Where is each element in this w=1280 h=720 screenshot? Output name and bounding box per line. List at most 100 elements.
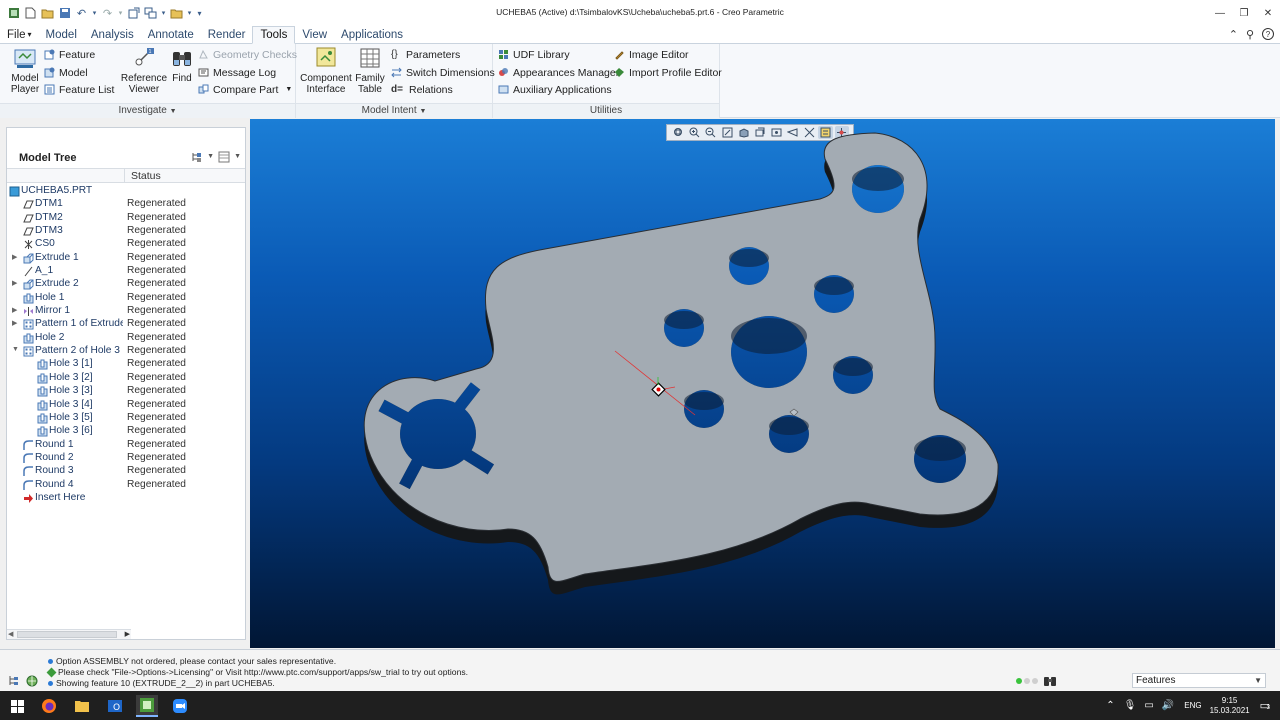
reference-viewer-button[interactable]: 1 Reference Viewer xyxy=(120,46,168,95)
redo-icon[interactable]: ↷ xyxy=(100,6,115,21)
tree-horizontal-scrollbar[interactable]: ◀ ▶ xyxy=(7,629,131,639)
component-interface-button[interactable]: Component Interface xyxy=(300,46,352,95)
status-column-header[interactable]: Status xyxy=(131,170,161,182)
zoom-taskbar-button[interactable] xyxy=(169,695,191,717)
maximize-icon[interactable]: ❐ xyxy=(1232,0,1256,26)
windows-icon[interactable] xyxy=(143,6,158,21)
undo-dropdown-icon[interactable]: ▾ xyxy=(91,6,98,21)
tree-row[interactable]: ▶ Extrude 2 Regenerated xyxy=(7,278,245,291)
tree-row[interactable]: Hole 3 [5] Regenerated xyxy=(7,412,245,425)
model-player-button[interactable]: Model Player xyxy=(8,46,42,95)
feature-list-button[interactable]: Feature List xyxy=(44,82,114,97)
tree-row[interactable]: CS0 Regenerated xyxy=(7,238,245,251)
tree-row[interactable]: DTM3 Regenerated xyxy=(7,225,245,238)
search-icon[interactable]: ⚲ xyxy=(1246,28,1254,41)
switch-dimensions-button[interactable]: Switch Dimensions xyxy=(391,65,495,80)
tree-row[interactable]: ▶ Mirror 1 Regenerated xyxy=(7,305,245,318)
language-indicator[interactable]: ENG xyxy=(1178,701,1207,710)
tree-row[interactable]: Round 4 Regenerated xyxy=(7,479,245,492)
tree-row[interactable]: Round 1 Regenerated xyxy=(7,439,245,452)
tab-annotate[interactable]: Annotate xyxy=(141,26,201,43)
udf-library-button[interactable]: UDF Library xyxy=(498,47,570,62)
network-icon[interactable]: ▭ xyxy=(1140,700,1157,711)
tab-analysis[interactable]: Analysis xyxy=(84,26,141,43)
new-file-icon[interactable] xyxy=(23,6,38,21)
save-icon[interactable] xyxy=(57,6,72,21)
tree-row[interactable]: Hole 3 [2] Regenerated xyxy=(7,372,245,385)
start-button[interactable] xyxy=(6,695,28,717)
part-viewport[interactable] xyxy=(250,119,1275,648)
geometry-checks-button[interactable]: Geometry Checks xyxy=(198,47,297,62)
tree-row[interactable]: Hole 3 [6] Regenerated xyxy=(7,425,245,438)
tab-file[interactable]: File ▾ xyxy=(0,26,39,43)
feature-button[interactable]: Feature xyxy=(44,47,95,62)
tab-render[interactable]: Render xyxy=(201,26,253,43)
find-tool-icon[interactable] xyxy=(1043,674,1057,690)
close-window-dropdown-icon[interactable]: ▾ xyxy=(186,6,193,21)
model-info-button[interactable]: Model xyxy=(44,65,88,80)
tree-settings-dropdown-icon[interactable]: ▼ xyxy=(207,151,214,166)
tab-view[interactable]: View xyxy=(295,26,334,43)
expand-icon[interactable]: ▶ xyxy=(12,306,20,316)
regenerate-icon[interactable] xyxy=(126,6,141,21)
expand-icon[interactable]: ▶ xyxy=(12,319,20,329)
clock[interactable]: 9:15 15.03.2021 xyxy=(1208,696,1252,716)
help-icon[interactable]: ? xyxy=(1262,28,1274,40)
firefox-taskbar-button[interactable] xyxy=(38,695,60,717)
minimize-ribbon-icon[interactable]: ⌃ xyxy=(1229,28,1238,41)
scroll-left-icon[interactable]: ◀ xyxy=(8,630,13,638)
family-table-button[interactable]: Family Table xyxy=(354,46,386,95)
explorer-taskbar-button[interactable] xyxy=(71,695,93,717)
tree-row[interactable]: Round 3 Regenerated xyxy=(7,465,245,478)
tree-row[interactable]: Hole 2 Regenerated xyxy=(7,332,245,345)
tree-row[interactable]: Hole 3 [4] Regenerated xyxy=(7,399,245,412)
redo-dropdown-icon[interactable]: ▾ xyxy=(117,6,124,21)
compare-part-button[interactable]: Compare Part ▼ xyxy=(198,82,292,97)
close-icon[interactable]: ✕ xyxy=(1256,0,1280,26)
tree-columns-icon[interactable] xyxy=(218,151,230,166)
tree-row[interactable]: Hole 3 [1] Regenerated xyxy=(7,358,245,371)
appearances-manager-button[interactable]: Appearances Manager xyxy=(498,65,619,80)
message-log-button[interactable]: Message Log xyxy=(198,65,276,80)
relations-button[interactable]: d= Relations xyxy=(391,82,453,97)
notification-center-icon[interactable]: ▭ 3 xyxy=(1252,699,1280,712)
tree-settings-icon[interactable] xyxy=(191,151,203,166)
model-intent-group-label[interactable]: Model Intent ▼ xyxy=(296,103,492,118)
collapse-icon[interactable]: ▼ xyxy=(12,346,20,356)
tree-row[interactable]: Hole 3 [3] Regenerated xyxy=(7,385,245,398)
tree-row[interactable]: DTM1 Regenerated xyxy=(7,198,245,211)
auxiliary-applications-button[interactable]: Auxiliary Applications xyxy=(498,82,612,97)
customize-qat-icon[interactable]: ▾ xyxy=(195,6,204,21)
tree-columns-dropdown-icon[interactable]: ▼ xyxy=(234,151,241,166)
expand-icon[interactable]: ▶ xyxy=(12,253,20,263)
name-column-header[interactable] xyxy=(7,169,125,182)
tab-tools[interactable]: Tools xyxy=(252,26,296,44)
image-editor-button[interactable]: Image Editor xyxy=(614,47,689,62)
tree-row[interactable]: Hole 1 Regenerated xyxy=(7,292,245,305)
undo-icon[interactable]: ↶ xyxy=(74,6,89,21)
tree-row[interactable]: ▼ Pattern 2 of Hole 3 Regenerated xyxy=(7,345,245,358)
microphone-icon[interactable]: 🎙 xyxy=(1120,700,1141,711)
tree-row[interactable]: UCHEBA5.PRT xyxy=(7,185,245,198)
tree-row[interactable]: A_1 Regenerated xyxy=(7,265,245,278)
tree-row[interactable]: Insert Here xyxy=(7,492,245,505)
tree-row[interactable]: DTM2 Regenerated xyxy=(7,212,245,225)
close-window-icon[interactable] xyxy=(169,6,184,21)
tree-row[interactable]: ▶ Pattern 1 of Extrude 2 Regenerated xyxy=(7,318,245,331)
volume-icon[interactable]: 🔊 xyxy=(1158,700,1178,711)
scroll-thumb[interactable] xyxy=(17,631,117,638)
import-profile-editor-button[interactable]: Import Profile Editor xyxy=(614,65,722,80)
tab-applications[interactable]: Applications xyxy=(334,26,410,43)
parameters-button[interactable]: {} Parameters xyxy=(391,47,460,62)
toggle-browser-icon[interactable] xyxy=(26,675,38,690)
graphics-window[interactable] xyxy=(250,119,1275,648)
selection-filter-select[interactable]: Features ▼ xyxy=(1132,673,1266,688)
outlook-taskbar-button[interactable]: O xyxy=(104,695,126,717)
tree-row[interactable]: Round 2 Regenerated xyxy=(7,452,245,465)
tab-model[interactable]: Model xyxy=(39,26,84,43)
scroll-right-icon[interactable]: ▶ xyxy=(125,630,130,638)
toggle-navigator-icon[interactable] xyxy=(9,675,20,689)
investigate-group-label[interactable]: Investigate ▼ xyxy=(0,103,295,118)
tray-chevron-icon[interactable]: ⌃ xyxy=(1101,700,1119,711)
tree-row[interactable]: ▶ Extrude 1 Regenerated xyxy=(7,252,245,265)
